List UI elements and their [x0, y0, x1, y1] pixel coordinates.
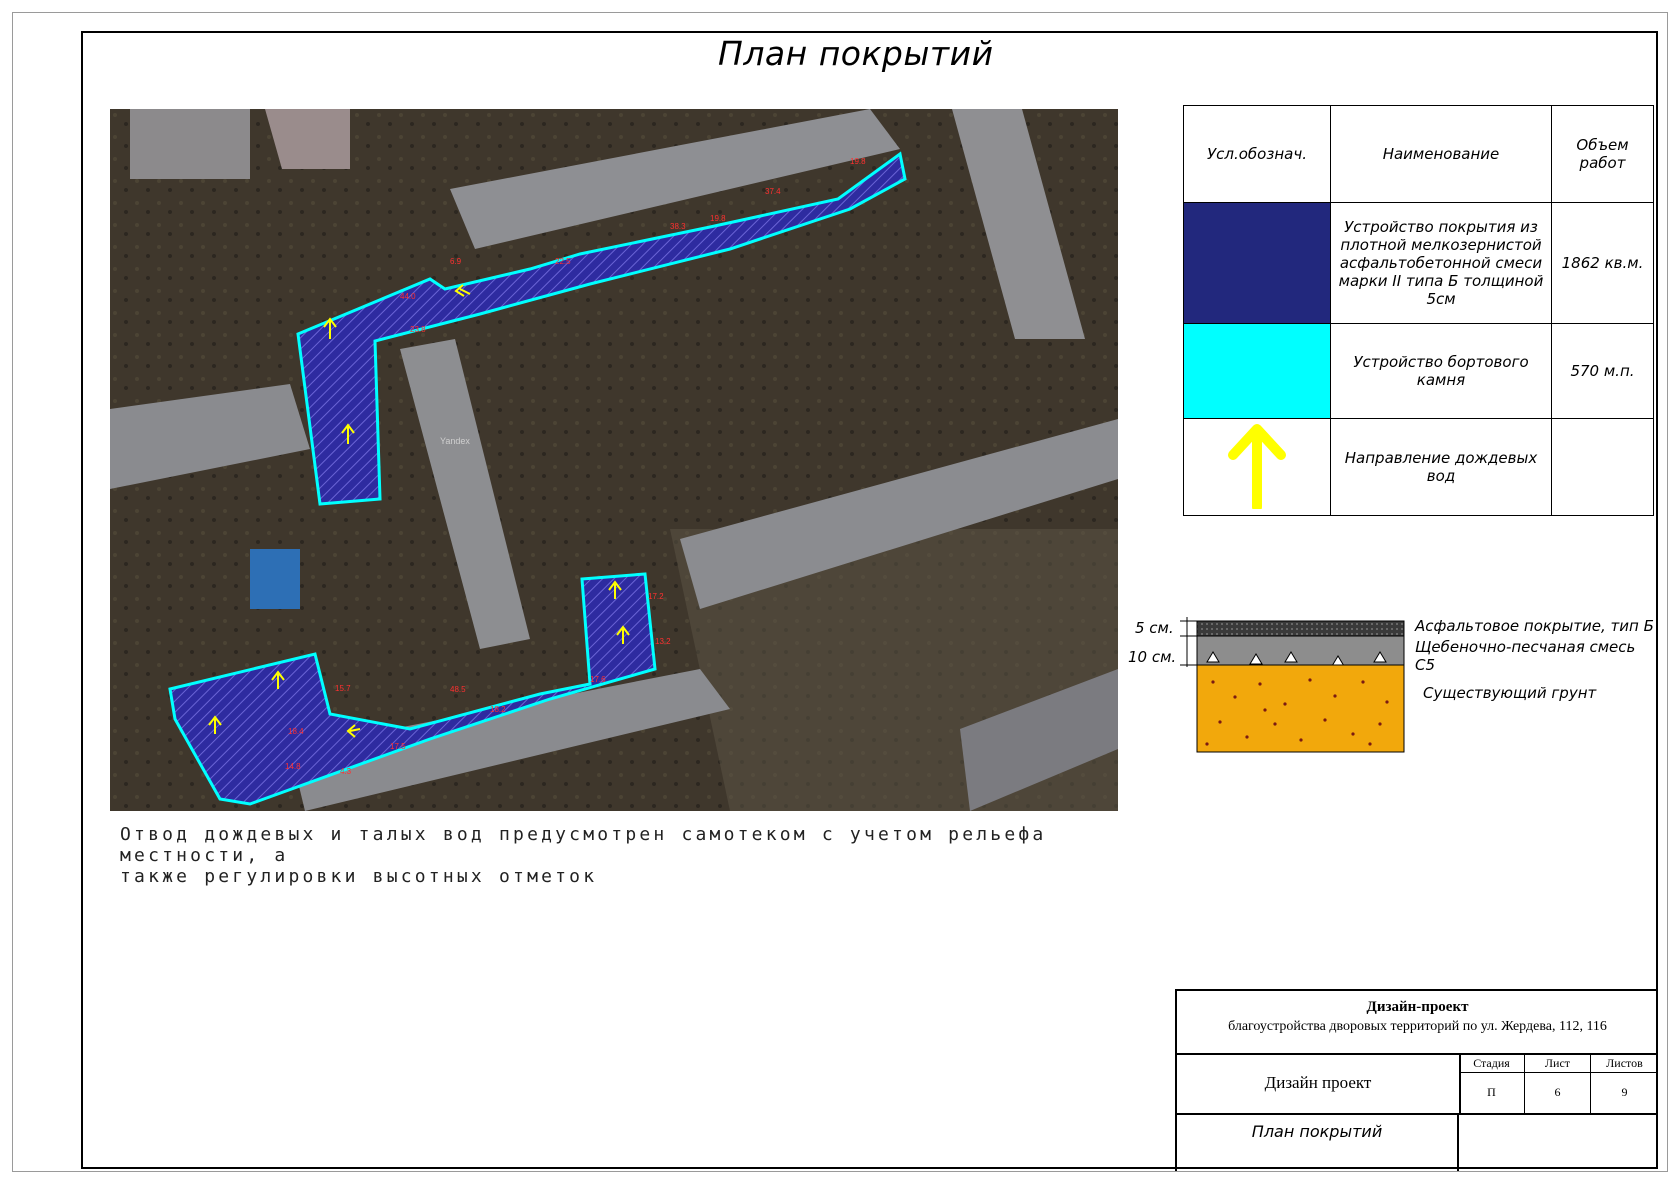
layer-dim-asphalt: 5 см. [1135, 619, 1174, 637]
col-stage-header: Стадия [1459, 1053, 1525, 1073]
dim-label: 6.9 [450, 257, 462, 266]
dim-label: 15.7 [335, 684, 351, 693]
legend-volume-curb: 570 м.п. [1551, 323, 1654, 419]
site-plan-drawing: 44.0 23.8 22.5 19.8 38.3 37.4 19.8 6.9 4… [110, 109, 1118, 811]
sheet-value: 6 [1525, 1073, 1591, 1113]
curb-swatch [1183, 323, 1331, 419]
legend-arrow-cell [1183, 418, 1331, 516]
drainage-note: Отвод дождевых и талых вод предусмотрен … [120, 824, 1120, 887]
aerial-site-plan: 44.0 23.8 22.5 19.8 38.3 37.4 19.8 6.9 4… [110, 109, 1118, 811]
legend-header-symbol: Усл.обознач. [1183, 105, 1331, 203]
dim-label: 14.8 [285, 762, 301, 771]
page-title: План покрытий [718, 34, 994, 73]
drainage-note-line1: Отвод дождевых и талых вод предусмотрен … [120, 824, 1047, 866]
title-block-heading: Дизайн-проект [1366, 999, 1469, 1015]
layer-label-asphalt: Асфальтовое покрытие, тип Б [1415, 617, 1654, 635]
dim-label: 18.4 [288, 727, 304, 736]
legend-name-drainage: Направление дождевых вод [1330, 418, 1552, 516]
legend-row-asphalt: Устройство покрытия из плотной мелкозерн… [1183, 202, 1654, 324]
title-block-cells: Стадия Лист Листов П 6 9 [1459, 1053, 1658, 1113]
legend-header-volume: Объем работ [1551, 105, 1654, 203]
dim-label: 44.0 [400, 292, 416, 301]
title-block: Дизайн-проект благоустройства дворовых т… [1175, 989, 1658, 1171]
dim-label: 19.8 [710, 214, 726, 223]
legend-row-drainage: Направление дождевых вод [1183, 418, 1654, 516]
legend-volume-asphalt: 1862 кв.м. [1551, 202, 1654, 324]
title-block-header: Дизайн-проект благоустройства дворовых т… [1177, 991, 1658, 1055]
dim-label: 37.4 [765, 187, 781, 196]
layer-label-soil: Существующий грунт [1423, 684, 1597, 702]
dim-label: 17.6 [590, 675, 606, 684]
legend-volume-drainage [1551, 418, 1654, 516]
map-watermark: Yandex [440, 436, 470, 446]
dim-label: 17.2 [648, 592, 664, 601]
stage-value: П [1459, 1073, 1525, 1113]
legend-name-curb: Устройство бортового камня [1330, 323, 1552, 419]
drainage-note-line2: также регулировки высотных отметок [120, 866, 598, 887]
col-sheet-header: Лист [1525, 1053, 1591, 1073]
legend-header-row: Усл.обознач. Наименование Объем работ [1183, 105, 1654, 203]
dim-label: 48.5 [450, 685, 466, 694]
col-sheets-header: Листов [1591, 1053, 1658, 1073]
layer-dim-gravel: 10 см. [1128, 648, 1177, 666]
legend-header-name: Наименование [1330, 105, 1552, 203]
dim-label: 18.2 [490, 705, 506, 714]
yellow-arrow-up-icon [1228, 424, 1286, 512]
dim-label: 38.3 [670, 222, 686, 231]
legend-table: Усл.обознач. Наименование Объем работ Ус… [1183, 105, 1654, 516]
title-block-sheet-row: План покрытий [1177, 1113, 1658, 1171]
pavement-layers: 5 см. 10 см. Асфальтовое покрытие, тип Б… [1125, 612, 1655, 762]
sheets-value: 9 [1621, 1085, 1628, 1099]
title-block-stage-name: Дизайн проект [1177, 1053, 1461, 1113]
dim-label: 17.5 [390, 742, 406, 751]
title-block-sheet-name: План покрытий [1177, 1113, 1459, 1171]
dim-label: 19.8 [850, 157, 866, 166]
dim-label: 23.8 [410, 325, 426, 334]
layer-label-gravel: Щебеночно-песчаная смесь С5 [1415, 638, 1636, 674]
legend-row-curb: Устройство бортового камня 570 м.п. [1183, 323, 1654, 419]
title-block-stage-row: Дизайн проект Стадия Лист Листов П 6 9 [1177, 1053, 1658, 1115]
dim-label: 22.5 [555, 257, 571, 266]
title-block-subheading: благоустройства дворовых территорий по у… [1228, 1019, 1607, 1034]
asphalt-swatch [1183, 202, 1331, 324]
dim-label: 13.2 [655, 637, 671, 646]
dim-label: 4.3 [340, 767, 352, 776]
legend-name-asphalt: Устройство покрытия из плотной мелкозерн… [1330, 202, 1552, 324]
